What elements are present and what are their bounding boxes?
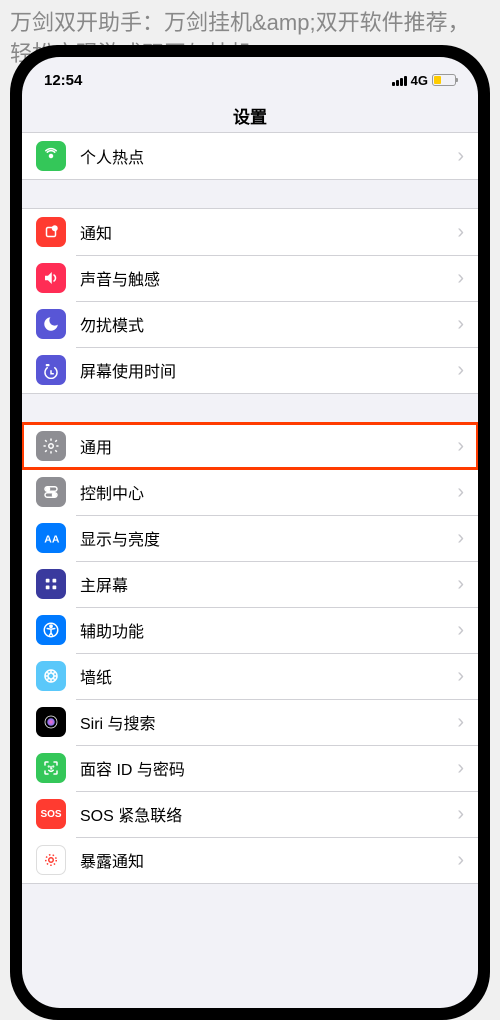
row-sounds[interactable]: 声音与触感 › xyxy=(22,255,478,301)
chevron-right-icon: › xyxy=(457,221,464,244)
chevron-right-icon: › xyxy=(457,435,464,458)
row-label: 控制中心 xyxy=(80,480,457,504)
chevron-right-icon: › xyxy=(457,665,464,688)
row-label: 墙纸 xyxy=(80,664,457,688)
status-time: 12:54 xyxy=(44,72,82,89)
control-center-icon xyxy=(36,477,66,507)
phone-screen: 12:54 4G 设置 个人热点 › 通知 xyxy=(22,57,478,1008)
row-sos[interactable]: SOS SOS 紧急联络 › xyxy=(22,791,478,837)
row-label: 主屏幕 xyxy=(80,572,457,596)
chevron-right-icon: › xyxy=(457,313,464,336)
faceid-icon xyxy=(36,753,66,783)
wallpaper-icon xyxy=(36,661,66,691)
chevron-right-icon: › xyxy=(457,711,464,734)
accessibility-icon xyxy=(36,615,66,645)
siri-icon xyxy=(36,707,66,737)
row-dnd[interactable]: 勿扰模式 › xyxy=(22,301,478,347)
screentime-icon xyxy=(36,355,66,385)
sos-icon: SOS xyxy=(36,799,66,829)
row-label: 暴露通知 xyxy=(80,848,457,872)
row-siri[interactable]: Siri 与搜索 › xyxy=(22,699,478,745)
row-accessibility[interactable]: 辅助功能 › xyxy=(22,607,478,653)
sounds-icon xyxy=(36,263,66,293)
notifications-icon xyxy=(36,217,66,247)
row-label: 通用 xyxy=(80,434,457,458)
row-label: 屏幕使用时间 xyxy=(80,358,457,382)
row-label: 面容 ID 与密码 xyxy=(80,756,457,780)
settings-group-connectivity: 个人热点 › xyxy=(22,132,478,180)
battery-icon xyxy=(432,74,456,86)
settings-group-system: 通用 › 控制中心 › AA 显示与亮度 › 主 xyxy=(22,422,478,884)
general-icon xyxy=(36,431,66,461)
row-label: 勿扰模式 xyxy=(80,312,457,336)
row-label: Siri 与搜索 xyxy=(80,710,457,734)
row-home-screen[interactable]: 主屏幕 › xyxy=(22,561,478,607)
home-icon xyxy=(36,569,66,599)
row-notifications[interactable]: 通知 › xyxy=(22,209,478,255)
row-hotspot[interactable]: 个人热点 › xyxy=(22,133,478,179)
row-exposure[interactable]: 暴露通知 › xyxy=(22,837,478,883)
signal-icon xyxy=(392,75,407,86)
chevron-right-icon: › xyxy=(457,145,464,168)
chevron-right-icon: › xyxy=(457,359,464,382)
chevron-right-icon: › xyxy=(457,527,464,550)
dnd-icon xyxy=(36,309,66,339)
row-wallpaper[interactable]: 墙纸 › xyxy=(22,653,478,699)
chevron-right-icon: › xyxy=(457,619,464,642)
network-label: 4G xyxy=(411,73,428,88)
status-right: 4G xyxy=(392,73,456,88)
row-display[interactable]: AA 显示与亮度 › xyxy=(22,515,478,561)
row-label: 通知 xyxy=(80,220,457,244)
svg-text:AA: AA xyxy=(44,534,60,546)
phone-frame: 12:54 4G 设置 个人热点 › 通知 xyxy=(10,45,490,1020)
display-icon: AA xyxy=(36,523,66,553)
chevron-right-icon: › xyxy=(457,573,464,596)
status-bar: 12:54 4G xyxy=(22,57,478,97)
row-faceid[interactable]: 面容 ID 与密码 › xyxy=(22,745,478,791)
row-general[interactable]: 通用 › xyxy=(22,423,478,469)
row-label: 声音与触感 xyxy=(80,266,457,290)
row-label: 辅助功能 xyxy=(80,618,457,642)
chevron-right-icon: › xyxy=(457,267,464,290)
exposure-icon xyxy=(36,845,66,875)
chevron-right-icon: › xyxy=(457,757,464,780)
row-label: SOS 紧急联络 xyxy=(80,802,457,826)
settings-group-attention: 通知 › 声音与触感 › 勿扰模式 › 屏幕使 xyxy=(22,208,478,394)
hotspot-icon xyxy=(36,141,66,171)
chevron-right-icon: › xyxy=(457,849,464,872)
chevron-right-icon: › xyxy=(457,803,464,826)
row-control-center[interactable]: 控制中心 › xyxy=(22,469,478,515)
row-screentime[interactable]: 屏幕使用时间 › xyxy=(22,347,478,393)
row-label: 显示与亮度 xyxy=(80,526,457,550)
row-label: 个人热点 xyxy=(80,144,457,168)
chevron-right-icon: › xyxy=(457,481,464,504)
